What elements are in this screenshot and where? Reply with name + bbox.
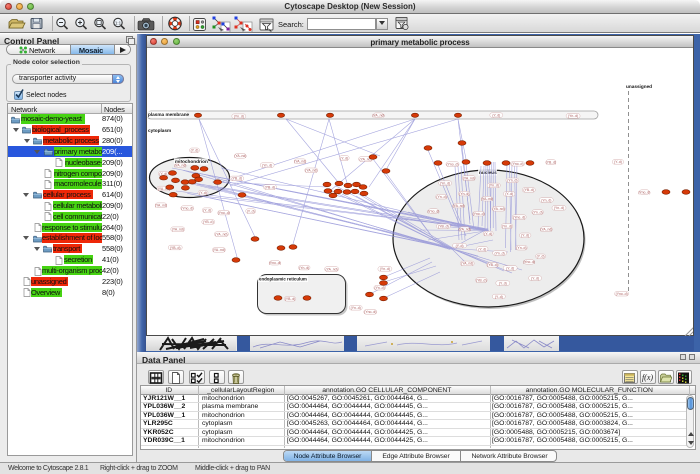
svg-text:(YA..nd): (YA..nd) [463, 176, 475, 180]
svg-text:(Yn..d): (Yn..d) [440, 181, 450, 185]
svg-text:(YB..d): (YB..d) [265, 185, 276, 189]
svg-text:(YA..nd): (YA..nd) [174, 164, 186, 168]
svg-text:(YB..d): (YB..d) [285, 297, 296, 301]
svg-text:(Yn..d): (Yn..d) [507, 179, 517, 183]
svg-text:(Yno..d): (Yno..d) [638, 190, 650, 194]
svg-text:(YB..d): (YB..d) [487, 263, 498, 267]
svg-text:(YA..nd): (YA..nd) [155, 204, 167, 208]
svg-text:(YB..d): (YB..d) [546, 160, 557, 164]
svg-text:(Yno..d): (Yno..d) [181, 206, 193, 210]
svg-text:(Y..d): (Y..d) [614, 160, 622, 164]
svg-text:(YA..nd): (YA..nd) [481, 197, 493, 201]
svg-text:(Yn..d): (Yn..d) [489, 184, 499, 188]
svg-text:(YB..d): (YB..d) [232, 177, 243, 181]
svg-text:(Y..d): (Y..d) [247, 209, 255, 213]
svg-text:(Yno..d): (Yno..d) [616, 292, 628, 296]
svg-text:(YA..nd): (YA..nd) [215, 232, 227, 236]
svg-text:(YB..d): (YB..d) [476, 278, 487, 282]
svg-text:(Yn..d): (Yn..d) [380, 267, 390, 271]
svg-text:(YA..nd): (YA..nd) [213, 248, 225, 252]
svg-text:(Y..d): (Y..d) [492, 113, 500, 117]
svg-text:plasma membrane: plasma membrane [148, 112, 190, 117]
svg-text:(YB..d): (YB..d) [438, 225, 449, 229]
svg-text:(Y..d): (Y..d) [340, 156, 348, 160]
svg-text:(Yn..d): (Yn..d) [299, 266, 309, 270]
svg-text:(YA..nd): (YA..nd) [372, 114, 384, 118]
svg-text:(Y..d): (Y..d) [505, 192, 513, 196]
svg-text:(Y..d): (Y..d) [484, 232, 492, 236]
svg-text:(YA..nd): (YA..nd) [305, 169, 317, 173]
svg-text:(Y..d): (Y..d) [203, 209, 211, 213]
svg-text:(Yno..d): (Yno..d) [523, 260, 535, 264]
svg-text:(YA..nd): (YA..nd) [540, 227, 552, 231]
svg-text:(YB..d): (YB..d) [203, 220, 214, 224]
svg-text:(Y..d): (Y..d) [495, 295, 503, 299]
svg-text:(Yno..d): (Yno..d) [364, 310, 376, 314]
svg-text:(Yn..d): (Yn..d) [541, 198, 551, 202]
svg-text:(Yn..d): (Yn..d) [554, 206, 564, 210]
svg-text:(YA..nd): (YA..nd) [461, 262, 473, 266]
svg-text:(YA..nd): (YA..nd) [234, 154, 246, 158]
svg-text:(Yn..d): (Yn..d) [568, 114, 578, 118]
svg-text:(Yn..d): (Yn..d) [375, 286, 385, 290]
svg-text:cytoplasm: cytoplasm [148, 128, 171, 133]
svg-text:(YA..nd): (YA..nd) [453, 204, 465, 208]
svg-text:(Y..d): (Y..d) [506, 266, 514, 270]
svg-text:(Yn..d): (Yn..d) [262, 163, 272, 167]
svg-text:(Yno..d): (Yno..d) [427, 209, 439, 213]
svg-text:(Y..d): (Y..d) [456, 244, 464, 248]
svg-text:(YA..nd): (YA..nd) [459, 227, 471, 231]
svg-text:(Y..d): (Y..d) [531, 276, 539, 280]
svg-text:(Yn..d): (Yn..d) [234, 115, 244, 119]
svg-text:(Yn..d): (Yn..d) [436, 195, 446, 199]
svg-text:(Y..d): (Y..d) [478, 247, 486, 251]
svg-text:(Y..d): (Y..d) [191, 149, 199, 153]
svg-text:(Yn..d): (Yn..d) [502, 224, 512, 228]
svg-text:(Yno..d): (Yno..d) [473, 212, 485, 216]
svg-text:(Yno..d): (Yno..d) [218, 211, 230, 215]
svg-text:(YA..nd): (YA..nd) [172, 228, 184, 232]
svg-text:(Yn..d): (Yn..d) [351, 306, 361, 310]
svg-text:(YB..d): (YB..d) [170, 246, 181, 250]
svg-text:endoplasmic reticulum: endoplasmic reticulum [259, 277, 307, 282]
svg-text:(YA..nd): (YA..nd) [493, 207, 505, 211]
svg-text:(Yno..d): (Yno..d) [511, 162, 523, 166]
svg-text:(YA..nd): (YA..nd) [326, 267, 338, 271]
svg-text:(Y..d): (Y..d) [199, 191, 207, 195]
svg-text:(Yn..d): (Yn..d) [516, 246, 526, 250]
svg-text:(Y..d): (Y..d) [537, 255, 545, 259]
svg-text:(Y..d): (Y..d) [521, 234, 529, 238]
svg-text:(Yn..d): (Yn..d) [533, 210, 543, 214]
svg-text:(Yn..d): (Yn..d) [495, 251, 505, 255]
svg-text:(Yno..d): (Yno..d) [513, 215, 525, 219]
svg-text:1:1: 1:1 [115, 21, 122, 26]
svg-text:(Yno..d): (Yno..d) [446, 162, 458, 166]
svg-text:(Yn..d): (Yn..d) [459, 192, 469, 196]
svg-text:(YA..nd): (YA..nd) [294, 160, 306, 164]
svg-text:(Y..d): (Y..d) [499, 281, 507, 285]
svg-text:(YB..d): (YB..d) [524, 188, 535, 192]
svg-text:unassigned: unassigned [626, 84, 652, 89]
svg-text:(Yno..d): (Yno..d) [269, 261, 281, 265]
